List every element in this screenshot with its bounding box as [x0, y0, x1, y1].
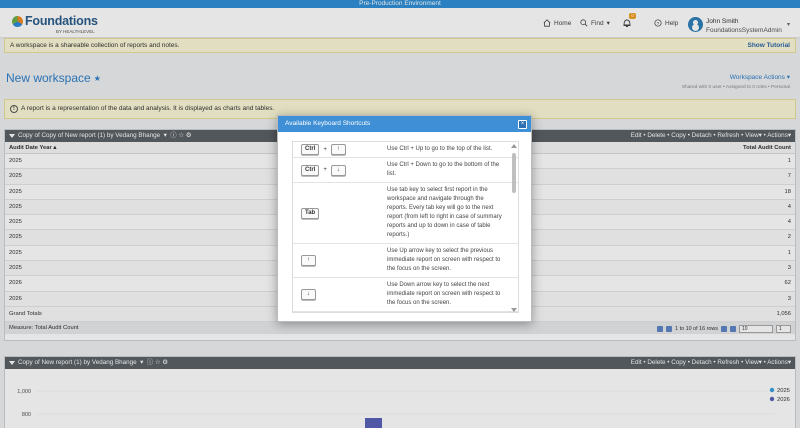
shortcut-description: Use Down arrow key to select the next im…	[387, 282, 501, 306]
shortcut-keys: ↑	[293, 244, 387, 277]
close-icon[interactable]: ×	[518, 120, 527, 129]
keyboard-shortcuts-dialog: Available Keyboard Shortcuts × Ctrl + ↑ Use…	[277, 115, 532, 322]
key-cap: Ctrl	[301, 144, 320, 155]
shortcut-row: ↓ Use Down arrow key to select the next i…	[293, 278, 518, 312]
dialog-title: Available Keyboard Shortcuts	[285, 120, 371, 127]
scroll-down-icon[interactable]	[511, 308, 517, 312]
key-cap: ↑	[330, 144, 346, 155]
shortcut-row: Ctrl + ↓ Use Ctrl + Down to go to the botto…	[293, 158, 518, 183]
scroll-up-icon[interactable]	[511, 144, 517, 148]
key-cap: ↓	[330, 164, 346, 176]
scrollbar-thumb[interactable]	[512, 153, 516, 193]
shortcut-keys: Tab	[293, 183, 387, 243]
key-cap: ↑	[301, 255, 316, 266]
shortcut-keys: Ctrl + ↓	[293, 158, 387, 182]
scrollbar[interactable]	[511, 144, 517, 312]
shortcut-description: Use Ctrl + Up to go to the top of the li…	[387, 146, 493, 152]
shortcuts-list[interactable]: Ctrl + ↑ Use Ctrl + Up to go to the top of …	[292, 141, 519, 313]
key-cap: Ctrl	[301, 164, 320, 176]
shortcut-row: Tab Use tab key to select first report in…	[293, 183, 518, 244]
key-cap: Tab	[301, 207, 320, 219]
dialog-header: Available Keyboard Shortcuts ×	[278, 116, 531, 132]
shortcut-description: Use Up arrow key to select the previous …	[387, 248, 501, 272]
shortcut-row: ↑ Use Up arrow key to select the previous…	[293, 244, 518, 278]
plus-sign: +	[323, 146, 327, 153]
shortcut-keys: ↓	[293, 278, 387, 311]
shortcut-description: Use tab key to select first report in th…	[387, 187, 502, 238]
plus-sign: +	[323, 167, 327, 173]
key-cap: ↓	[301, 289, 316, 300]
shortcut-row: Ctrl + ↑ Use Ctrl + Up to go to the top of …	[293, 142, 518, 158]
shortcut-keys: Ctrl + ↑	[293, 142, 387, 157]
shortcut-description: Use Ctrl + Down to go to the bottom of t…	[387, 162, 500, 177]
